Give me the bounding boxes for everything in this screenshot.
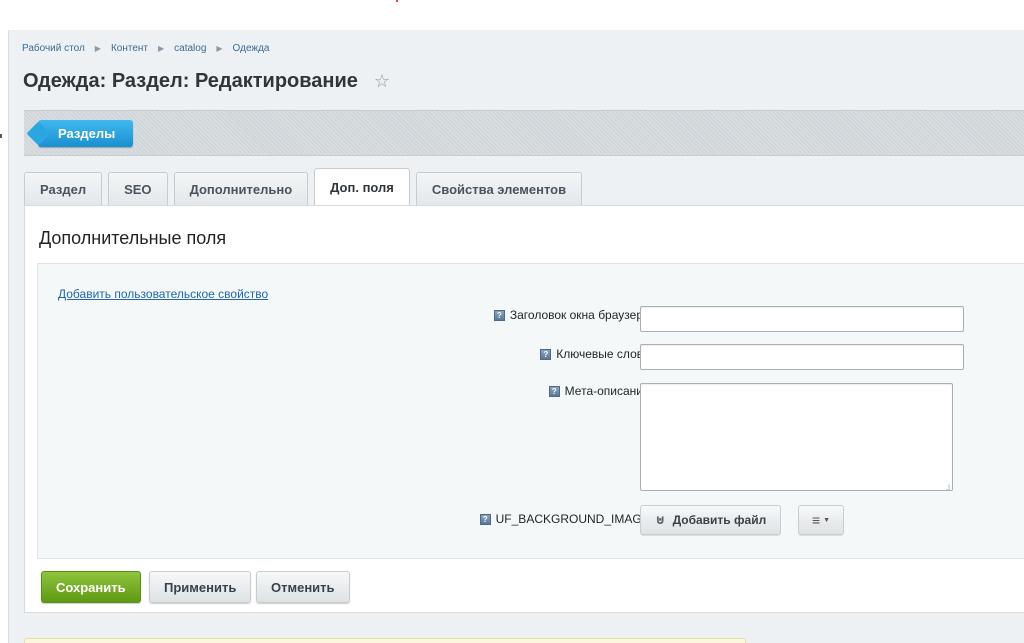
browser-title-label-text: Заголовок окна браузера:: [509, 308, 653, 322]
add-file-button[interactable]: ⊍ Добавить файл: [640, 505, 782, 535]
file-menu-button[interactable]: ≡ ▼: [798, 505, 844, 535]
breadcrumb-item-desktop[interactable]: Рабочий стол: [22, 43, 85, 54]
tab-extra-fields[interactable]: Доп. поля: [314, 168, 410, 206]
cancel-button[interactable]: Отменить: [256, 571, 350, 603]
tab-bar: Раздел SEO Дополнительно Доп. поля Свойс…: [24, 168, 588, 206]
chevron-right-icon: ▶: [216, 44, 223, 53]
breadcrumb-item-catalog[interactable]: catalog: [174, 43, 206, 54]
breadcrumb-item-content[interactable]: Контент: [111, 43, 148, 54]
tab-additional[interactable]: Дополнительно: [173, 172, 309, 206]
meta-description-textarea[interactable]: [640, 383, 953, 491]
fields-area: Добавить пользовательское свойство ? Заг…: [37, 263, 1024, 559]
star-icon[interactable]: ☆: [374, 71, 390, 92]
meta-description-label: ? Мета-описание:: [548, 384, 653, 398]
chevron-right-icon: ▶: [94, 44, 101, 53]
breadcrumb-item-clothing[interactable]: Одежда: [233, 43, 270, 54]
tab-seo[interactable]: SEO: [108, 172, 168, 206]
keywords-label-text: Ключевые слова:: [556, 347, 653, 361]
edit-panel: Дополнительные поля Добавить пользовател…: [24, 205, 1024, 613]
help-icon[interactable]: ?: [479, 513, 491, 525]
keywords-input[interactable]: [640, 344, 964, 370]
top-strip: [0, 0, 1024, 30]
hamburger-icon: ≡: [811, 512, 821, 528]
background-image-label-text: UF_BACKGROUND_IMAGE:: [495, 512, 653, 526]
tab-section[interactable]: Раздел: [24, 172, 103, 206]
tab-element-properties[interactable]: Свойства элементов: [415, 172, 583, 206]
keywords-label: ? Ключевые слова:: [540, 347, 653, 361]
help-icon[interactable]: ?: [548, 385, 560, 397]
browser-title-label: ? Заголовок окна браузера:: [493, 308, 653, 322]
page-title: Одежда: Раздел: Редактирование ☆: [23, 70, 390, 93]
paperclip-icon: ⊍: [655, 512, 666, 527]
panel-title: Дополнительные поля: [39, 228, 227, 248]
sections-back-button[interactable]: Разделы: [38, 120, 134, 147]
sections-button-label: Разделы: [58, 126, 116, 141]
add-file-label: Добавить файл: [672, 513, 767, 527]
notice-bar: [24, 638, 746, 643]
background-image-label: ? UF_BACKGROUND_IMAGE:: [479, 512, 653, 526]
add-user-property-link[interactable]: Добавить пользовательское свойство: [58, 287, 268, 301]
apply-button[interactable]: Применить: [149, 571, 252, 603]
left-edge-marker: [0, 134, 2, 138]
red-dot-marker: [396, 0, 398, 2]
browser-title-input[interactable]: [640, 306, 964, 332]
help-icon[interactable]: ?: [493, 309, 505, 321]
breadcrumb: Рабочий стол ▶ Контент ▶ catalog ▶ Одежд…: [22, 43, 269, 54]
chevron-right-icon: ▶: [157, 44, 165, 53]
help-icon[interactable]: ?: [540, 348, 552, 360]
resize-grip-icon[interactable]: .:i: [946, 483, 950, 492]
caret-down-icon: ▼: [823, 516, 831, 524]
page-title-text: Одежда: Раздел: Редактирование: [23, 70, 358, 92]
save-button[interactable]: Сохранить: [41, 571, 141, 603]
toolbar: Разделы: [24, 110, 1024, 156]
